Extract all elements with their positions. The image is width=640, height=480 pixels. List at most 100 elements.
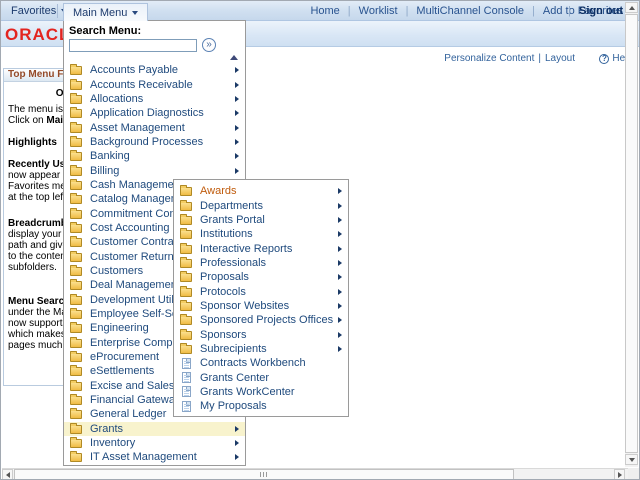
submenu-item-label: Protocols xyxy=(200,286,334,298)
horizontal-scrollbar-thumb[interactable] xyxy=(14,469,514,480)
personalize-link[interactable]: Personalize Content xyxy=(444,53,534,64)
folder-icon xyxy=(70,353,82,362)
submenu-item[interactable]: Proposals xyxy=(174,270,348,284)
submenu-item[interactable]: Sponsored Projects Offices xyxy=(174,313,348,327)
submenu-arrow-icon xyxy=(338,346,342,352)
menu-item[interactable]: Banking xyxy=(64,149,245,163)
submenu-arrow-icon xyxy=(235,110,239,116)
menu-scroll-up-button[interactable] xyxy=(64,52,245,63)
submenu-arrow-icon xyxy=(338,274,342,280)
search-row: » xyxy=(69,38,240,52)
personalize-links: Personalize ContentLayout xyxy=(444,53,575,64)
submenu-item[interactable]: Departments xyxy=(174,198,348,212)
submenu-arrow-icon xyxy=(338,317,342,323)
menu-item-label: Background Processes xyxy=(90,136,231,148)
vertical-scrollbar[interactable] xyxy=(625,2,638,467)
menu-item[interactable]: Accounts Receivable xyxy=(64,77,245,91)
submenu-item[interactable]: Grants Center xyxy=(174,370,348,384)
page-icon xyxy=(182,358,191,369)
vertical-scrollbar-thumb[interactable] xyxy=(625,14,638,453)
favorites-menu-tab[interactable]: Favorites xyxy=(11,1,67,21)
submenu-arrow-icon xyxy=(338,231,342,237)
search-go-button[interactable]: » xyxy=(202,38,216,52)
horizontal-scrollbar[interactable] xyxy=(2,468,628,480)
menu-item-label: Grants xyxy=(90,423,231,435)
menu-item[interactable]: IT Asset Management xyxy=(64,450,245,464)
submenu-item[interactable]: Interactive Reports xyxy=(174,241,348,255)
folder-icon xyxy=(180,273,192,282)
scroll-down-button[interactable] xyxy=(625,454,638,465)
submenu-item[interactable]: Institutions xyxy=(174,227,348,241)
submenu-arrow-icon xyxy=(338,203,342,209)
menu-item[interactable]: Background Processes xyxy=(64,135,245,149)
favorites-label: Favorites xyxy=(11,5,56,17)
folder-icon xyxy=(70,310,82,319)
folder-icon xyxy=(70,382,82,391)
triangle-up-icon xyxy=(629,6,635,10)
tab-divider xyxy=(57,4,58,18)
folder-icon xyxy=(70,195,82,204)
submenu-item-label: Proposals xyxy=(200,271,334,283)
submenu-item-label: Professionals xyxy=(200,257,334,269)
submenu-item[interactable]: Sponsors xyxy=(174,327,348,341)
folder-icon xyxy=(180,259,192,268)
folder-icon xyxy=(180,230,192,239)
menu-item[interactable]: Application Diagnostics xyxy=(64,106,245,120)
menu-item[interactable]: Allocations xyxy=(64,92,245,106)
submenu-item-label: Grants Center xyxy=(200,372,334,384)
scroll-left-button[interactable] xyxy=(2,469,13,480)
triangle-up-icon xyxy=(230,55,238,60)
menu-item[interactable]: Billing xyxy=(64,163,245,177)
search-input[interactable] xyxy=(69,39,197,52)
submenu-item[interactable]: My Proposals xyxy=(174,399,348,413)
submenu-item[interactable]: Grants WorkCenter xyxy=(174,385,348,399)
submenu-arrow-icon xyxy=(235,139,239,145)
submenu-item-label: Contracts Workbench xyxy=(200,357,334,369)
submenu-item[interactable]: Awards xyxy=(174,184,348,198)
nav-link[interactable]: Home xyxy=(310,5,339,17)
menu-item[interactable]: Asset Management xyxy=(64,120,245,134)
menu-item[interactable]: Accounts Payable xyxy=(64,63,245,77)
submenu-arrow-icon xyxy=(235,96,239,102)
submenu-arrow-icon xyxy=(338,289,342,295)
submenu-arrow-icon xyxy=(235,82,239,88)
personalize-link[interactable]: Layout xyxy=(534,53,575,64)
folder-icon xyxy=(180,245,192,254)
main-menu-label: Main Menu xyxy=(73,7,127,19)
scroll-up-button[interactable] xyxy=(625,2,638,13)
folder-icon xyxy=(180,187,192,196)
folder-icon xyxy=(70,124,82,133)
scrollbar-corner xyxy=(628,468,640,480)
folder-icon xyxy=(180,331,192,340)
submenu-item[interactable]: Protocols xyxy=(174,284,348,298)
nav-link[interactable]: MultiChannel Console xyxy=(398,5,524,17)
menu-item[interactable]: Inventory xyxy=(64,436,245,450)
menu-item[interactable]: Grants xyxy=(64,422,245,436)
menu-item-label: Accounts Payable xyxy=(90,64,231,76)
submenu-item-label: Grants Portal xyxy=(200,214,334,226)
folder-icon xyxy=(70,238,82,247)
folder-icon xyxy=(70,439,82,448)
submenu-arrow-icon xyxy=(235,440,239,446)
submenu-item[interactable]: Sponsor Websites xyxy=(174,299,348,313)
menu-item-label: Inventory xyxy=(90,437,231,449)
folder-icon xyxy=(70,410,82,419)
submenu-item[interactable]: Grants Portal xyxy=(174,213,348,227)
menu-item-label: Application Diagnostics xyxy=(90,107,231,119)
folder-icon xyxy=(180,216,192,225)
folder-icon xyxy=(70,81,82,90)
main-menu-tab[interactable]: Main Menu xyxy=(63,3,148,21)
nav-link[interactable]: Worklist xyxy=(340,5,398,17)
menu-item-label: Asset Management xyxy=(90,122,231,134)
menu-item-label: Banking xyxy=(90,150,231,162)
submenu-item[interactable]: Contracts Workbench xyxy=(174,356,348,370)
submenu-item[interactable]: Subrecipients xyxy=(174,342,348,356)
submenu-arrow-icon xyxy=(235,153,239,159)
scroll-right-button[interactable] xyxy=(614,469,625,480)
sign-out-link[interactable]: Sign out xyxy=(560,5,623,17)
grants-submenu: Awards Departments xyxy=(173,179,349,417)
submenu-item[interactable]: Professionals xyxy=(174,256,348,270)
submenu-item-label: Awards xyxy=(200,185,334,197)
folder-icon xyxy=(70,425,82,434)
application-window: Favorites HomeWorklistMultiChannel Conso… xyxy=(0,0,640,480)
